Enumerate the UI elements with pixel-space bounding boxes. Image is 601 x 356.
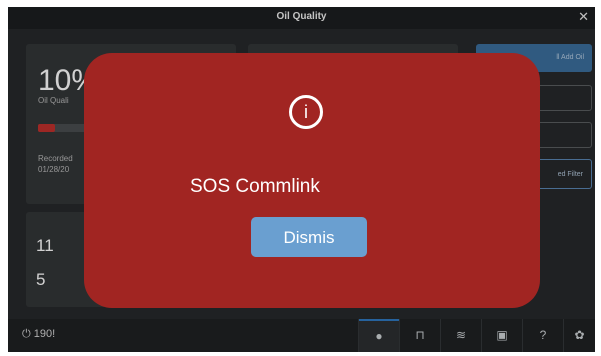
app-screen: Oil Quality ✕ 10% Oil Quali Recorded 01/… [8, 7, 595, 352]
modal-title: SOS Commlink [190, 176, 320, 197]
dismiss-button[interactable]: Dismis [251, 217, 367, 257]
sos-commlink-modal: i SOS Commlink Dismis [84, 53, 540, 308]
info-icon-glyph: i [304, 102, 308, 122]
info-icon: i [289, 95, 323, 129]
